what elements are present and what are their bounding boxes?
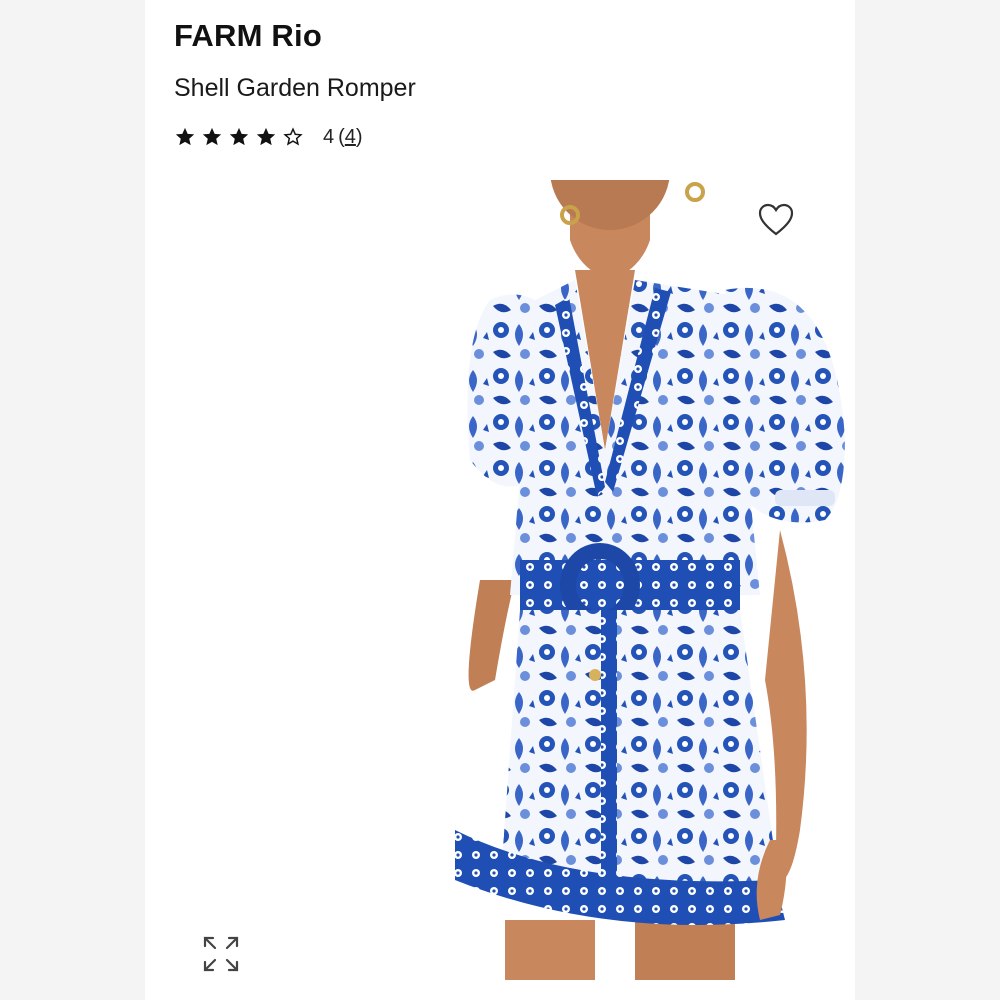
star-outline-icon (283, 127, 303, 146)
star-filled-icon (202, 127, 222, 146)
model-left-leg (505, 920, 595, 980)
review-count-link[interactable]: 4 (345, 126, 356, 148)
star-filled-icon (175, 127, 195, 146)
expand-arrows-icon[interactable] (201, 934, 241, 974)
brand-name[interactable]: FARM Rio (174, 18, 322, 54)
romper-button (589, 669, 601, 681)
romper-shorts (500, 610, 780, 905)
page-margin-right (855, 0, 1000, 1000)
model-left-arm (468, 580, 515, 691)
star-filled-icon (256, 127, 276, 146)
star-filled-icon (229, 127, 249, 146)
product-image[interactable] (305, 180, 865, 980)
earring-right (685, 182, 705, 202)
model-right-leg (635, 920, 735, 980)
product-title: Shell Garden Romper (174, 74, 416, 102)
star-rating[interactable]: 4 (4) (174, 122, 363, 152)
rating-value: 4 (323, 125, 335, 148)
romper-bodice (510, 280, 760, 595)
heart-outline-icon[interactable] (757, 202, 795, 238)
model-right-arm (765, 530, 807, 882)
product-panel: FARM Rio Shell Garden Romper 4 (4) (145, 0, 855, 1000)
page-margin-left (0, 0, 145, 1000)
review-count[interactable]: (4) (338, 126, 362, 149)
